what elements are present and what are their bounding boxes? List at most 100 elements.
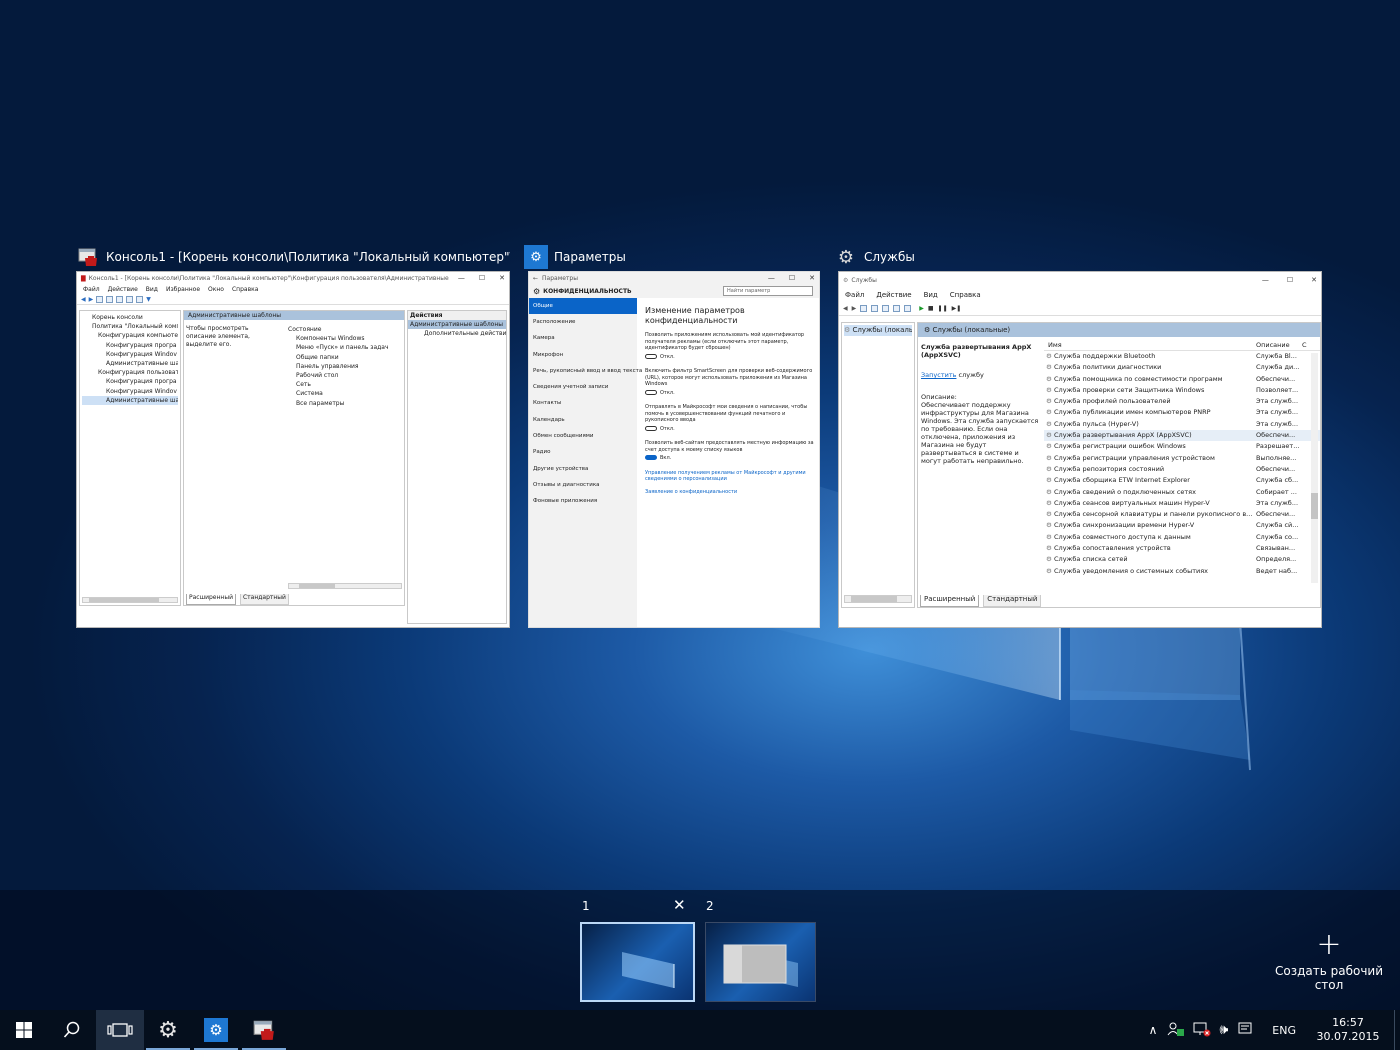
window-thumbnail[interactable]: ← Параметры — ☐ ✕ ⚙ КОНФИДЕНЦИАЛЬНОСТЬ Най… (528, 271, 820, 628)
start-service-icon[interactable]: ▶ (919, 305, 924, 312)
table-row[interactable]: ⚙ Служба политики диагностики Служба ди... (1044, 362, 1320, 373)
forward-icon[interactable]: ▶ (89, 296, 94, 303)
setting-toggle[interactable]: Откл. (645, 425, 815, 433)
menu-item[interactable]: Вид (146, 286, 158, 293)
close-desktop-button[interactable]: ✕ (673, 896, 686, 914)
setting-toggle[interactable]: Вкл. (645, 455, 815, 462)
search-button[interactable] (48, 1010, 96, 1050)
desktop-2-thumbnail[interactable] (705, 922, 816, 1002)
vertical-scrollbar[interactable] (1311, 353, 1318, 583)
tree-node[interactable]: Конфигурация Windov (82, 350, 178, 359)
nav-item[interactable]: Расположение (529, 314, 637, 330)
table-row[interactable]: ⚙ Служба сопоставления устройств Связыван.… (1044, 543, 1320, 554)
taskbar-app-console[interactable] (240, 1010, 288, 1050)
pause-service-icon[interactable]: ❚❚ (938, 305, 948, 312)
privacy-statement-link[interactable]: Заявление о конфиденциальности (645, 489, 815, 496)
start-link[interactable]: Запустить (921, 371, 956, 379)
list-item[interactable]: Компоненты Windows (288, 334, 404, 343)
task-view-window-services[interactable]: ⚙ Службы ⚙ Службы — ☐ ✕ Файл Действие Вид … (834, 243, 1322, 628)
table-row[interactable]: ⚙ Служба публикации имен компьютеров PNRP… (1044, 407, 1320, 418)
list-item[interactable]: Меню «Пуск» и панель задач (288, 343, 404, 352)
tree-node[interactable]: Корень консоли (82, 313, 178, 322)
setting-toggle[interactable]: Откл. (645, 389, 815, 397)
show-hidden-icons[interactable]: ∧ (1143, 1023, 1164, 1037)
table-row[interactable]: ⚙ Служба уведомления о системных событиях… (1044, 566, 1320, 577)
list-item[interactable]: Рабочий стол (288, 371, 404, 380)
column-state[interactable]: С (1302, 339, 1314, 350)
nav-item[interactable]: Сведения учетной записи (529, 379, 637, 395)
column-name[interactable]: Имя (1044, 339, 1254, 350)
desktop-1-thumbnail[interactable] (580, 922, 695, 1002)
tree-node[interactable]: Конфигурация Windov (82, 387, 178, 396)
help-icon[interactable] (126, 295, 134, 303)
restart-service-icon[interactable]: ▶❚ (952, 305, 962, 312)
table-row[interactable]: ⚙ Служба сборщика ETW Internet Explorer Сл… (1044, 475, 1320, 486)
horizontal-scrollbar[interactable] (288, 583, 402, 589)
toggle-switch-off[interactable] (645, 389, 657, 395)
filter-icon[interactable]: ▼ (146, 296, 151, 303)
folder-icon[interactable] (96, 295, 104, 303)
tab-extended[interactable]: Расширенный (920, 595, 980, 607)
menu-item[interactable]: Действие (108, 286, 138, 293)
menu-item[interactable]: Окно (208, 286, 224, 293)
table-row[interactable]: ⚙ Служба профилей пользователей Эта служб.… (1044, 396, 1320, 407)
setting-toggle[interactable]: Откл. (645, 353, 815, 361)
view-icon[interactable] (106, 295, 114, 303)
nav-item[interactable]: Обмен сообщениями (529, 428, 637, 444)
taskbar-app-services[interactable]: ⚙ (144, 1010, 192, 1050)
table-row[interactable]: ⚙ Служба совместного доступа к данным Служ… (1044, 532, 1320, 543)
properties-icon[interactable] (136, 295, 144, 303)
nav-item[interactable]: Другие устройства (529, 461, 637, 477)
show-desktop-button[interactable] (1394, 1010, 1400, 1050)
list-item[interactable]: Система (288, 389, 404, 398)
network-icon[interactable] (1189, 1021, 1215, 1040)
taskbar-app-settings[interactable]: ⚙ (192, 1010, 240, 1050)
menu-item[interactable]: Избранное (166, 286, 200, 293)
properties-icon[interactable] (904, 305, 912, 312)
new-desktop-button[interactable]: + Создать рабочий стол (1262, 930, 1396, 993)
start-button[interactable] (0, 1010, 48, 1050)
forward-icon[interactable]: ▶ (852, 305, 857, 312)
table-row[interactable]: ⚙ Служба сеансов виртуальных машин Hyper-… (1044, 498, 1320, 509)
task-view-button[interactable] (96, 1010, 144, 1050)
nav-item[interactable]: Отзывы и диагностика (529, 477, 637, 493)
window-thumbnail[interactable]: ⚙ Службы — ☐ ✕ Файл Действие Вид Справка ◀… (838, 271, 1322, 628)
table-row[interactable]: ⚙ Служба регистрации ошибок Windows Разреш… (1044, 441, 1320, 452)
nav-item[interactable]: Радио (529, 444, 637, 460)
toggle-switch-off[interactable] (645, 425, 657, 431)
tree-node[interactable]: Политика "Локальный компь (82, 322, 178, 331)
back-icon[interactable]: ◀ (843, 305, 848, 312)
table-row[interactable]: ⚙ Служба развертывания AppX (AppXSVC) Обес… (1044, 430, 1320, 442)
clock[interactable]: 16:57 30.07.2015 (1310, 1016, 1394, 1044)
nav-item-general[interactable]: Общие (529, 298, 637, 314)
people-icon[interactable] (1163, 1021, 1189, 1040)
nav-item[interactable]: Контакты (529, 395, 637, 411)
actions-group[interactable]: Административные шаблоны (408, 320, 506, 330)
tree-node[interactable]: Конфигурация компьютер (82, 331, 178, 340)
menu-item[interactable]: Справка (232, 286, 258, 293)
tree-node-selected[interactable]: ⚙ Службы (локальн (844, 325, 912, 336)
search-input[interactable]: Найти параметр (723, 286, 813, 296)
menu-item[interactable]: Файл (845, 291, 864, 299)
input-language[interactable]: ENG (1258, 1024, 1310, 1037)
table-row[interactable]: ⚙ Служба проверки сети Защитника Windows П… (1044, 385, 1320, 396)
table-row[interactable]: ⚙ Служба сенсорной клавиатуры и панели ру… (1044, 509, 1320, 520)
toggle-switch-off[interactable] (645, 353, 657, 359)
task-view-window-console[interactable]: Консоль1 - [Корень консоли\Политика "Лок… (76, 243, 510, 628)
volume-icon[interactable]: 🕪 (1215, 1022, 1232, 1038)
list-item[interactable]: Панель управления (288, 362, 404, 371)
nav-item[interactable]: Календарь (529, 412, 637, 428)
horizontal-scrollbar[interactable] (82, 597, 178, 603)
tree-node-selected[interactable]: Административные ша (82, 395, 178, 405)
menu-item[interactable]: Вид (924, 291, 938, 299)
menu-item[interactable]: Справка (950, 291, 981, 299)
nav-item[interactable]: Микрофон (529, 347, 637, 363)
window-thumbnail[interactable]: ▇ Консоль1 - [Корень консоли\Политика "Л… (76, 271, 510, 628)
list-item[interactable]: Все параметры (288, 399, 404, 408)
table-row[interactable]: ⚙ Служба сведений о подключенных сетях Соб… (1044, 487, 1320, 498)
tree-node[interactable]: Административные ша (82, 359, 178, 368)
tab-extended[interactable]: Расширенный (186, 594, 236, 605)
tree-node[interactable]: Конфигурация пользовате (82, 368, 178, 377)
help-icon[interactable] (893, 305, 901, 312)
tree-node[interactable]: Конфигурация програ (82, 377, 178, 386)
